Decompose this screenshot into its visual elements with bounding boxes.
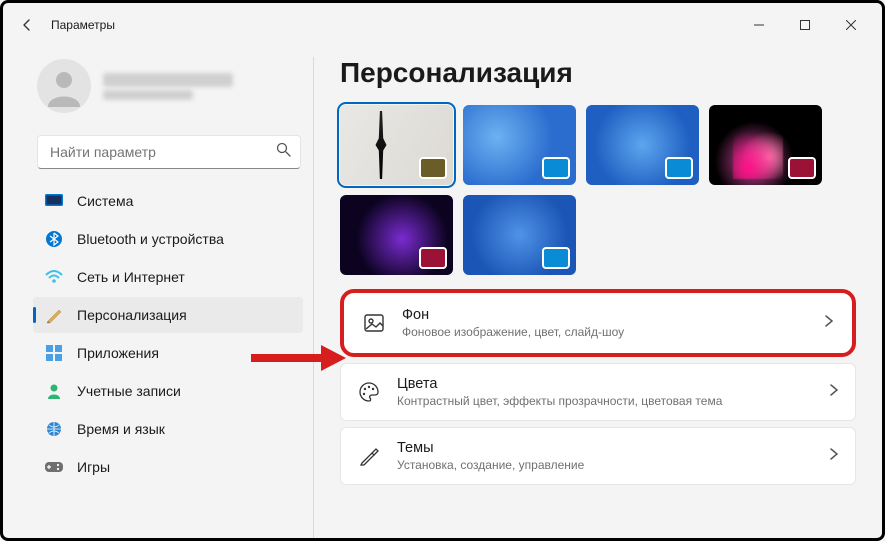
back-button[interactable] <box>11 9 43 41</box>
bluetooth-icon <box>45 230 63 248</box>
maximize-button[interactable] <box>782 9 828 41</box>
chevron-right-icon <box>829 447 839 466</box>
user-name-blurred <box>103 73 233 87</box>
chevron-right-icon <box>829 383 839 402</box>
system-icon <box>45 192 63 210</box>
sidebar-item-label: Система <box>77 193 133 209</box>
close-button[interactable] <box>828 9 874 41</box>
page-title: Персонализация <box>340 57 856 89</box>
palette-icon <box>357 380 381 404</box>
sidebar-item-accounts[interactable]: Учетные записи <box>33 373 303 409</box>
theme-tile[interactable] <box>340 195 453 275</box>
close-icon <box>846 20 856 30</box>
minimize-button[interactable] <box>736 9 782 41</box>
sidebar-item-label: Время и язык <box>77 421 165 437</box>
chevron-right-icon <box>824 314 834 333</box>
sidebar-item-network[interactable]: Сеть и Интернет <box>33 259 303 295</box>
sidebar-item-label: Приложения <box>77 345 159 361</box>
network-icon <box>45 268 63 286</box>
sidebar-item-time-language[interactable]: Время и язык <box>33 411 303 447</box>
sidebar-item-gaming[interactable]: Игры <box>33 449 303 485</box>
theme-tile[interactable] <box>709 105 822 185</box>
setting-text: Фон Фоновое изображение, цвет, слайд-шоу <box>402 307 808 339</box>
sidebar-item-apps[interactable]: Приложения <box>33 335 303 371</box>
sidebar: Система Bluetooth и устройства Сеть и Ин… <box>3 47 313 538</box>
setting-title: Цвета <box>397 376 813 392</box>
search-icon <box>276 142 291 162</box>
user-block[interactable] <box>33 47 305 131</box>
maximize-icon <box>800 20 810 30</box>
setting-desc: Контрастный цвет, эффекты прозрачности, … <box>397 394 813 408</box>
minimize-icon <box>754 20 764 30</box>
arrow-left-icon <box>19 17 35 33</box>
nav: Система Bluetooth и устройства Сеть и Ин… <box>33 183 305 485</box>
setting-background[interactable]: Фон Фоновое изображение, цвет, слайд-шоу <box>340 289 856 357</box>
content: Система Bluetooth и устройства Сеть и Ин… <box>3 47 882 538</box>
window-controls <box>736 9 874 41</box>
sidebar-item-label: Учетные записи <box>77 383 181 399</box>
search-box <box>37 135 301 169</box>
sidebar-item-label: Bluetooth и устройства <box>77 231 224 247</box>
avatar <box>37 59 91 113</box>
titlebar: Параметры <box>3 3 882 47</box>
personalization-icon <box>45 306 63 324</box>
sidebar-item-personalization[interactable]: Персонализация <box>33 297 303 333</box>
setting-text: Цвета Контрастный цвет, эффекты прозрачн… <box>397 376 813 408</box>
brush-icon <box>357 444 381 468</box>
sidebar-item-bluetooth[interactable]: Bluetooth и устройства <box>33 221 303 257</box>
theme-gallery <box>340 105 856 275</box>
theme-tile[interactable] <box>463 195 576 275</box>
theme-tile[interactable] <box>586 105 699 185</box>
sidebar-item-label: Персонализация <box>77 307 187 323</box>
main: Персонализация Фон Фоновое изображение, … <box>314 47 882 538</box>
sidebar-item-label: Игры <box>77 459 110 475</box>
search-input[interactable] <box>37 135 301 169</box>
setting-colors[interactable]: Цвета Контрастный цвет, эффекты прозрачн… <box>340 363 856 421</box>
time-language-icon <box>45 420 63 438</box>
setting-themes[interactable]: Темы Установка, создание, управление <box>340 427 856 485</box>
theme-tile[interactable] <box>340 105 453 185</box>
theme-tile[interactable] <box>463 105 576 185</box>
user-text <box>103 73 233 100</box>
image-icon <box>362 311 386 335</box>
setting-title: Темы <box>397 440 813 456</box>
gaming-icon <box>45 458 63 476</box>
setting-title: Фон <box>402 307 808 323</box>
user-email-blurred <box>103 90 193 100</box>
accounts-icon <box>45 382 63 400</box>
setting-desc: Установка, создание, управление <box>397 458 813 472</box>
setting-text: Темы Установка, создание, управление <box>397 440 813 472</box>
person-icon <box>43 65 85 107</box>
sidebar-item-system[interactable]: Система <box>33 183 303 219</box>
setting-desc: Фоновое изображение, цвет, слайд-шоу <box>402 325 808 339</box>
apps-icon <box>45 344 63 362</box>
sidebar-item-label: Сеть и Интернет <box>77 269 185 285</box>
window-title: Параметры <box>51 18 115 32</box>
